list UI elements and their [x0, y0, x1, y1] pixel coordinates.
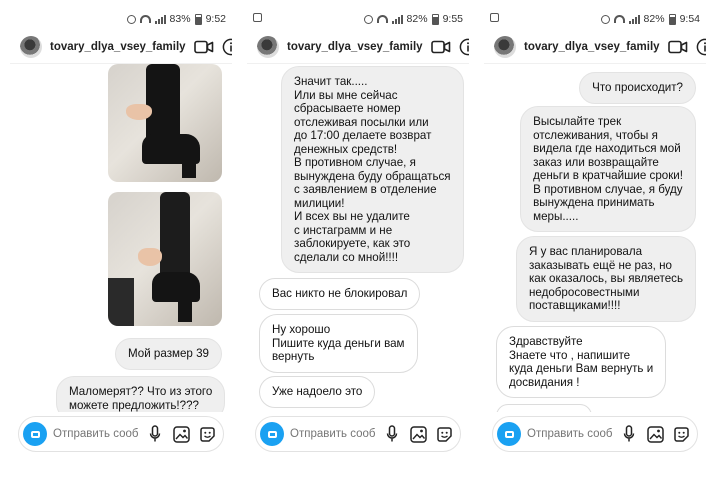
message-bubble[interactable]: Здравствуйте Знаете что , напишите куда … [496, 326, 667, 398]
alarm-icon [126, 14, 136, 24]
microphone-icon[interactable] [619, 424, 639, 444]
username[interactable]: tovary_dlya_vsey_family [287, 41, 423, 53]
status-bar: 82% 9:54 [484, 8, 706, 30]
gallery-icon[interactable] [408, 424, 428, 444]
signal-icon [154, 14, 166, 24]
avatar[interactable] [257, 35, 279, 58]
message-input[interactable] [527, 428, 613, 440]
battery-percent: 82% [643, 13, 665, 25]
battery-icon [194, 13, 202, 25]
sticker-icon[interactable] [434, 424, 454, 444]
message-composer [255, 416, 461, 452]
status-bar: 82% 9:55 [247, 8, 469, 30]
video-call-icon[interactable] [667, 36, 688, 58]
video-call-icon[interactable] [193, 36, 214, 58]
video-call-icon[interactable] [430, 36, 451, 58]
message-bubble[interactable]: Я у вас планировала заказывать ещё не ра… [515, 236, 696, 322]
clock: 9:52 [205, 13, 226, 25]
message-composer [492, 416, 698, 452]
gallery-notification-icon [490, 13, 499, 22]
clock: 9:54 [679, 13, 700, 25]
info-icon[interactable] [696, 36, 706, 58]
gallery-icon[interactable] [645, 424, 665, 444]
battery-percent: 83% [169, 13, 191, 25]
message-bubble[interactable]: Высылайте трек отслеживания, чтобы я вид… [520, 106, 696, 232]
clock: 9:55 [442, 13, 463, 25]
camera-icon[interactable] [260, 422, 284, 446]
message-thread: Что происходит? Высылайте трек отслежива… [484, 64, 706, 412]
message-bubble-partial[interactable] [496, 404, 592, 412]
message-bubble[interactable]: Вас никто не блокировал [259, 278, 421, 310]
microphone-icon[interactable] [382, 424, 402, 444]
message-input[interactable] [53, 428, 139, 440]
sticker-icon[interactable] [671, 424, 691, 444]
photo-message-boot-2[interactable] [108, 192, 222, 326]
camera-icon[interactable] [497, 422, 521, 446]
message-bubble[interactable]: Что происходит? [579, 72, 696, 104]
gallery-icon[interactable] [171, 424, 191, 444]
sticker-icon[interactable] [197, 424, 217, 444]
photo-message-boot-1[interactable] [108, 64, 222, 182]
battery-icon [668, 13, 676, 25]
battery-percent: 82% [406, 13, 428, 25]
status-bar: 83% 9:52 [10, 8, 232, 30]
alarm-icon [363, 14, 373, 24]
microphone-icon[interactable] [145, 424, 165, 444]
alarm-icon [600, 14, 610, 24]
message-bubble[interactable]: Уже надоело это [259, 376, 376, 408]
signal-icon [628, 14, 640, 24]
camera-icon[interactable] [23, 422, 47, 446]
gallery-notification-icon [253, 13, 262, 22]
chat-panel-2: 82% 9:55 tovary_dlya_vsey_family Значит … [247, 8, 469, 460]
screenshot-collage: 83% 9:52 tovary_dlya_vsey_family Мой раз… [0, 0, 720, 482]
message-input[interactable] [290, 428, 376, 440]
info-icon[interactable] [222, 36, 232, 58]
battery-icon [431, 13, 439, 25]
chat-header: tovary_dlya_vsey_family [247, 30, 469, 64]
message-bubble[interactable]: Маломерят?? Что из этого можете предложи… [56, 376, 226, 412]
message-bubble[interactable]: Значит так..... Или вы мне сейчас сбрасы… [281, 66, 464, 273]
message-bubble[interactable]: Мой размер 39 [115, 338, 222, 370]
message-thread: Значит так..... Или вы мне сейчас сбрасы… [247, 64, 469, 412]
message-composer [18, 416, 224, 452]
chat-header: tovary_dlya_vsey_family [10, 30, 232, 64]
username[interactable]: tovary_dlya_vsey_family [524, 41, 660, 53]
info-icon[interactable] [459, 36, 469, 58]
signal-icon [391, 14, 403, 24]
chat-panel-3: 82% 9:54 tovary_dlya_vsey_family Что про… [484, 8, 706, 460]
avatar[interactable] [494, 35, 516, 58]
chat-header: tovary_dlya_vsey_family [484, 30, 706, 64]
chat-panel-1: 83% 9:52 tovary_dlya_vsey_family Мой раз… [10, 8, 232, 460]
wifi-icon [139, 15, 151, 23]
wifi-icon [613, 15, 625, 23]
message-thread: Мой размер 39 Маломерят?? Что из этого м… [10, 64, 232, 412]
username[interactable]: tovary_dlya_vsey_family [50, 41, 186, 53]
avatar[interactable] [20, 35, 42, 58]
message-bubble[interactable]: Ну хорошо Пишите куда деньги вам вернуть [259, 314, 418, 373]
wifi-icon [376, 15, 388, 23]
